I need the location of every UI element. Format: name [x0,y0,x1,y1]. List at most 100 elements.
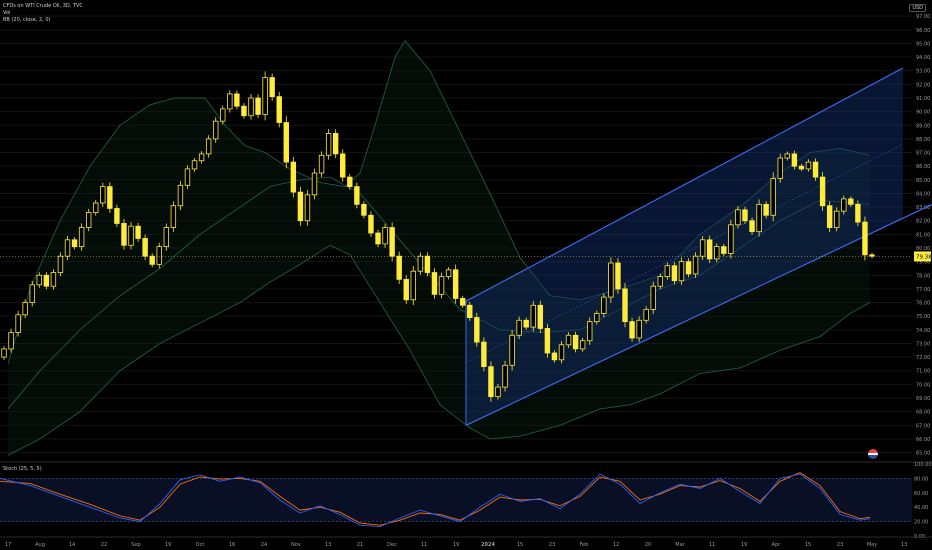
candle-body [332,133,339,155]
candle-body [255,97,261,115]
stoch-tick-label: 100.00 [914,462,932,468]
symbol-title: CFDs on WTI Crude Oil, 3D, TVC [3,3,83,9]
time-tick-label: Sep [131,542,140,548]
candle-body [678,261,685,282]
candle-body [819,176,826,207]
candle-body [544,328,551,354]
candle-body [756,203,762,233]
price-tick-label: 67.00 [916,423,930,429]
time-tick-label: Mar [675,542,685,548]
time-tick-label: Dec [387,542,397,548]
candle-body [855,203,861,223]
time-tick-label: 19 [165,542,171,548]
candle-body [594,313,600,323]
candle-body [262,77,268,115]
price-tick-label: 65.00 [916,451,930,457]
current-price-label: 79.38 [916,254,932,260]
candle-body [805,161,812,170]
candle-body [368,214,374,234]
stoch-legend: Stoch (25, 5, 5) [3,466,42,472]
candle-body [784,153,791,159]
candle-body [396,255,402,280]
price-tick-label: 66.00 [916,437,930,443]
time-tick-label: Nov [291,542,301,548]
price-tick-label: 75.00 [916,314,930,320]
price-tick-label: 81.00 [916,232,930,238]
candle-body [530,304,536,328]
price-chart[interactable]: 97.00 96.00 95.00 94.00 93.00 92.00 91.00 90.00… [0,0,932,550]
price-tick-label: 82.00 [916,219,930,225]
time-tick-label: 13 [325,542,331,548]
time-tick-label: 13 [901,542,907,548]
candle-body [128,225,134,246]
price-tick-label: 78.00 [916,273,930,279]
candle-body [643,308,649,321]
candle-body [227,93,233,110]
candle-body [657,276,663,287]
time-tick-label: 15 [805,542,811,548]
candle-body [163,227,170,248]
time-tick-label: 2024 [481,542,495,548]
time-tick-label: 11 [709,542,715,548]
candle-body [551,352,558,361]
candle-body [318,154,325,174]
candle-body [848,198,854,205]
candle-body [523,319,529,328]
candle-body [15,314,21,333]
candle-body [142,238,148,257]
candle-body [615,262,621,290]
candle-body [410,270,417,301]
candle-body [135,225,141,239]
candle-body [71,239,78,248]
candle-body [403,278,409,301]
candle-body [311,172,318,196]
candle-body [735,209,741,226]
candle-body [50,272,57,287]
price-tick-label: 94.00 [916,55,930,61]
bb-label: BB (20, close, 2, 0) [3,17,51,23]
candle-body [57,255,64,273]
stoch-tick-label: 40.00 [914,505,928,511]
candle-body [692,255,699,275]
candle-body [452,269,459,299]
us-flag-icon[interactable] [868,449,878,459]
candle-body [537,304,544,329]
stoch-tick-label: 80.00 [914,476,928,482]
candle-body [636,319,642,339]
candle-body [791,153,798,167]
candle-body [841,198,847,212]
candle-body [64,239,71,257]
time-tick-label: 17 [5,542,11,548]
candle-body [438,276,445,295]
price-tick-label: 90.00 [916,110,930,116]
time-tick-label: May [867,542,877,548]
candle-body [509,334,515,366]
price-tick-label: 92.00 [916,82,930,88]
price-tick-label: 68.00 [916,410,930,416]
candle-body [248,97,254,117]
candle-body [269,77,275,98]
price-tick-label: 86.00 [916,164,930,170]
candle-body [149,255,155,265]
candle-body [361,203,367,216]
candle-body [565,334,572,346]
candle-body [431,272,438,295]
candle-body [205,138,212,155]
candle-body [558,344,565,361]
currency-badge[interactable]: USD [909,4,926,12]
candle-body [742,209,748,222]
time-tick-label: 14 [69,542,75,548]
candle-body [191,160,198,170]
candle-body [114,208,120,224]
candle-body [579,340,586,350]
candle-body [834,210,840,228]
candle-body [706,239,713,260]
candle-body [572,334,579,350]
candle-body [325,133,332,156]
candle-body [664,265,671,278]
time-tick-label: 21 [357,542,363,548]
candle-body [340,153,346,178]
price-tick-label: 95.00 [916,41,930,47]
price-tick-label: 69.00 [916,396,930,402]
price-tick-label: 89.00 [916,123,930,129]
